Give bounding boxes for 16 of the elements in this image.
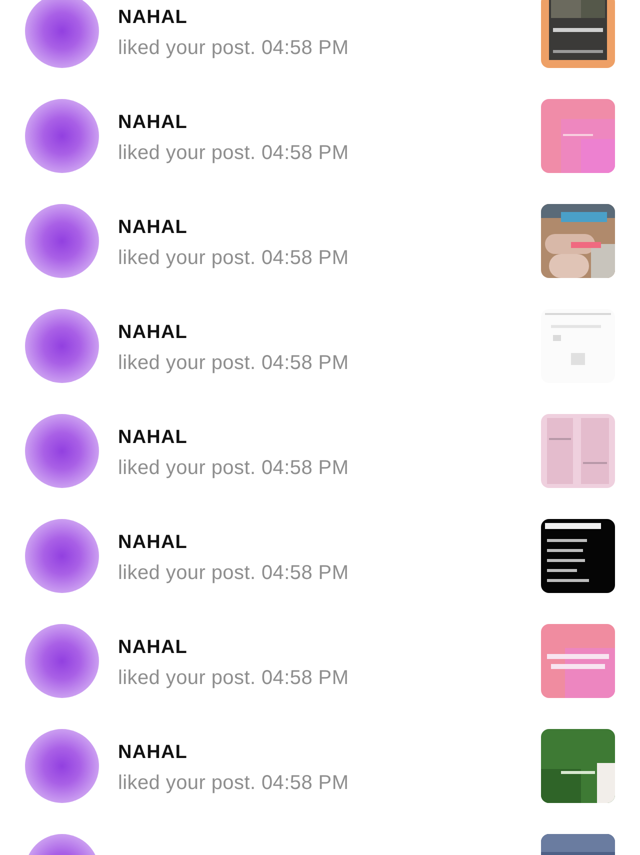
notification-text: liked your post. 04:58 PM (118, 351, 349, 375)
user-name[interactable]: NAHAL (118, 217, 188, 239)
user-name[interactable]: NAHAL (118, 7, 188, 29)
notification-text: liked your post. 04:58 PM (118, 771, 349, 795)
notification-text: liked your post. 04:58 PM (118, 36, 349, 60)
user-name[interactable]: NAHAL (118, 742, 188, 764)
user-name[interactable]: NAHAL (118, 322, 188, 344)
user-name[interactable]: NAHAL (118, 427, 188, 449)
notification-text: liked your post. 04:58 PM (118, 246, 349, 270)
notification-text: liked your post. 04:58 PM (118, 666, 349, 690)
user-name[interactable]: NAHAL (118, 637, 188, 659)
user-name[interactable]: NAHAL (118, 112, 188, 134)
user-name[interactable]: NAHAL (118, 532, 188, 554)
notification-text: liked your post. 04:58 PM (118, 141, 349, 165)
notification-text: liked your post. 04:58 PM (118, 561, 349, 585)
notification-text: liked your post. 04:58 PM (118, 456, 349, 480)
